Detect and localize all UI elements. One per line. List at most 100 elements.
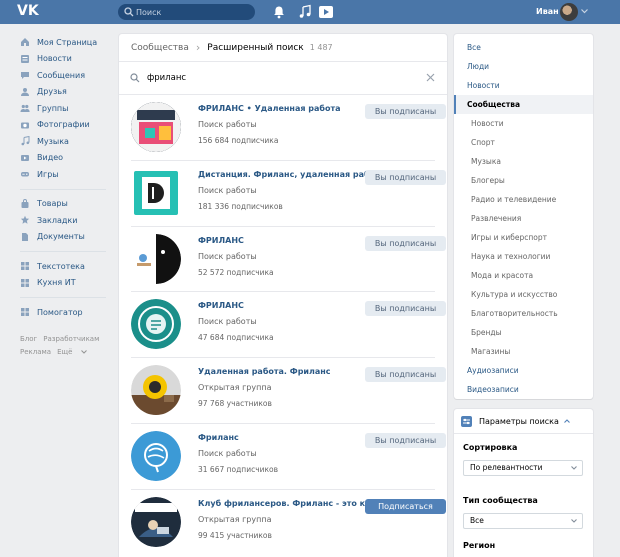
sidebar-item-label: Новости <box>37 54 72 64</box>
group-type: Поиск работы <box>198 185 257 195</box>
group-avatar[interactable] <box>131 365 181 416</box>
group-avatar[interactable] <box>134 170 178 215</box>
subscribed-button[interactable]: Вы подписаны <box>365 104 446 119</box>
user-name[interactable]: Иван <box>536 7 559 16</box>
list-item[interactable]: ФРИЛАНС Поиск работы 52 572 подписчика В… <box>131 227 446 293</box>
sidebar-item-pomogator[interactable]: Помогатор <box>20 304 112 321</box>
avatar[interactable] <box>560 3 578 21</box>
subscribed-button[interactable]: Вы подписаны <box>365 432 446 448</box>
footer-link-developers[interactable]: Разработчикам <box>43 335 99 343</box>
filter-sub-fashion[interactable]: Мода и красота <box>454 266 593 285</box>
footer-link-ads[interactable]: Реклама <box>20 348 51 356</box>
group-name[interactable]: ФРИЛАНС • Удаленная работа <box>198 104 341 113</box>
vk-logo[interactable]: VK <box>17 3 41 21</box>
filter-all[interactable]: Все <box>454 38 593 57</box>
global-search-input[interactable] <box>136 5 248 19</box>
query-text[interactable]: фриланс <box>147 73 186 83</box>
subscribe-button[interactable]: Подписаться <box>365 498 446 514</box>
sidebar-item-friends[interactable]: Друзья <box>20 84 112 101</box>
filter-sub-entertainment[interactable]: Развлечения <box>454 209 593 228</box>
play-icon[interactable] <box>318 4 334 20</box>
star-icon <box>20 216 30 224</box>
community-type-select[interactable]: Все <box>463 513 583 529</box>
sidebar-item-video[interactable]: Видео <box>20 150 112 167</box>
list-item[interactable]: ФРИЛАНС Поиск работы 47 684 подписчика В… <box>131 292 446 359</box>
subscriber-count: 31 667 подписчиков <box>198 464 279 474</box>
group-name[interactable]: ФРИЛАНС <box>198 236 244 245</box>
search-params-toggle[interactable]: Параметры поиска <box>454 409 593 434</box>
sidebar-item-music[interactable]: Музыка <box>20 133 112 150</box>
footer-link-more[interactable]: Ещё <box>57 348 87 356</box>
filter-sub-music[interactable]: Музыка <box>454 152 593 171</box>
group-name[interactable]: Фриланс <box>198 433 239 442</box>
filter-sub-brands[interactable]: Бренды <box>454 323 593 342</box>
group-avatar[interactable] <box>131 233 181 284</box>
sidebar-item-goods[interactable]: Товары <box>20 196 112 213</box>
group-name[interactable]: Удаленная работа. Фриланс <box>198 367 331 376</box>
results-count: 1 487 <box>309 43 333 52</box>
sidebar-item-documents[interactable]: Документы <box>20 229 112 246</box>
sidebar-item-label: Текстотека <box>37 261 85 271</box>
news-icon <box>21 54 29 63</box>
groups-icon <box>20 105 30 113</box>
filter-people[interactable]: Люди <box>454 57 593 76</box>
footer-link-blog[interactable]: Блог <box>20 335 37 343</box>
bell-icon[interactable] <box>271 4 287 20</box>
chevron-down-icon[interactable] <box>581 9 588 14</box>
breadcrumb-communities[interactable]: Сообщества <box>131 43 189 53</box>
group-name[interactable]: Дистанция. Фриланс, удаленная работа <box>198 170 385 179</box>
group-avatar[interactable] <box>131 496 181 547</box>
list-item[interactable]: Дистанция. Фриланс, удаленная работа Пои… <box>131 161 446 227</box>
sidebar-item-messages[interactable]: Сообщения <box>20 67 112 84</box>
list-item[interactable]: Удаленная работа. Фриланс Открытая групп… <box>131 358 446 424</box>
sidebar-item-photos[interactable]: Фотографии <box>20 117 112 134</box>
filter-sub-sport[interactable]: Спорт <box>454 133 593 152</box>
close-icon[interactable] <box>426 73 435 82</box>
sidebar-item-groups[interactable]: Группы <box>20 100 112 117</box>
group-avatar[interactable] <box>131 430 181 481</box>
group-type: Поиск работы <box>198 448 257 458</box>
sidebar-item-my-page[interactable]: Моя Страница <box>20 34 112 51</box>
sidebar-item-kitchen-it[interactable]: Кухня ИТ <box>20 275 112 292</box>
sort-select[interactable]: По релевантности <box>463 460 583 476</box>
subscribed-button[interactable]: Вы подписаны <box>365 235 446 251</box>
sidebar-item-label: Документы <box>37 232 85 242</box>
filter-video[interactable]: Видеозаписи <box>454 380 593 399</box>
filter-sub-charity[interactable]: Благотворительность <box>454 304 593 323</box>
app-icon <box>21 278 29 287</box>
subscribed-button[interactable]: Вы подписаны <box>365 301 446 317</box>
group-name[interactable]: Клуб фрилансеров. Фриланс - это круто! <box>198 499 390 508</box>
subscriber-count: 99 415 участников <box>198 530 272 540</box>
list-item[interactable]: ФРИЛАНС • Удаленная работа Поиск работы … <box>131 95 446 161</box>
filter-sub-bloggers[interactable]: Блогеры <box>454 171 593 190</box>
group-type: Поиск работы <box>198 317 257 327</box>
sidebar-item-games[interactable]: Игры <box>20 166 112 183</box>
sidebar-item-textoteka[interactable]: Текстотека <box>20 258 112 275</box>
filter-sub-news[interactable]: Новости <box>454 114 593 133</box>
subscriber-count: 181 336 подписчиков <box>198 201 283 211</box>
sidebar-item-label: Кухня ИТ <box>37 278 76 288</box>
filter-sub-science[interactable]: Наука и технологии <box>454 247 593 266</box>
chevron-right-icon: › <box>195 41 201 54</box>
filter-sub-radio-tv[interactable]: Радио и телевидение <box>454 190 593 209</box>
filter-sub-shops[interactable]: Магазины <box>454 342 593 361</box>
sidebar-item-bookmarks[interactable]: Закладки <box>20 212 112 229</box>
group-avatar[interactable] <box>131 102 181 152</box>
group-avatar[interactable] <box>131 299 181 350</box>
subscribed-button[interactable]: Вы подписаны <box>365 169 446 185</box>
filter-communities[interactable]: Сообщества <box>454 95 593 114</box>
sidebar-item-news[interactable]: Новости <box>20 51 112 68</box>
subscribed-button[interactable]: Вы подписаны <box>365 367 446 383</box>
query-field[interactable]: фриланс <box>119 62 447 95</box>
filter-audio[interactable]: Аудиозаписи <box>454 361 593 380</box>
search-category-menu: Все Люди Новости Сообщества Новости Спор… <box>454 34 593 399</box>
filter-sub-culture[interactable]: Культура и искусство <box>454 285 593 304</box>
filter-sub-games[interactable]: Игры и киберспорт <box>454 228 593 247</box>
list-item[interactable]: Фриланс Поиск работы 31 667 подписчиков … <box>131 424 446 490</box>
shopping-bag-icon <box>21 198 29 208</box>
group-name[interactable]: ФРИЛАНС <box>198 301 244 310</box>
filter-news[interactable]: Новости <box>454 76 593 95</box>
music-note-icon[interactable] <box>297 4 313 20</box>
list-item[interactable]: Клуб фрилансеров. Фриланс - это круто! О… <box>131 490 446 556</box>
global-search[interactable] <box>118 4 255 20</box>
